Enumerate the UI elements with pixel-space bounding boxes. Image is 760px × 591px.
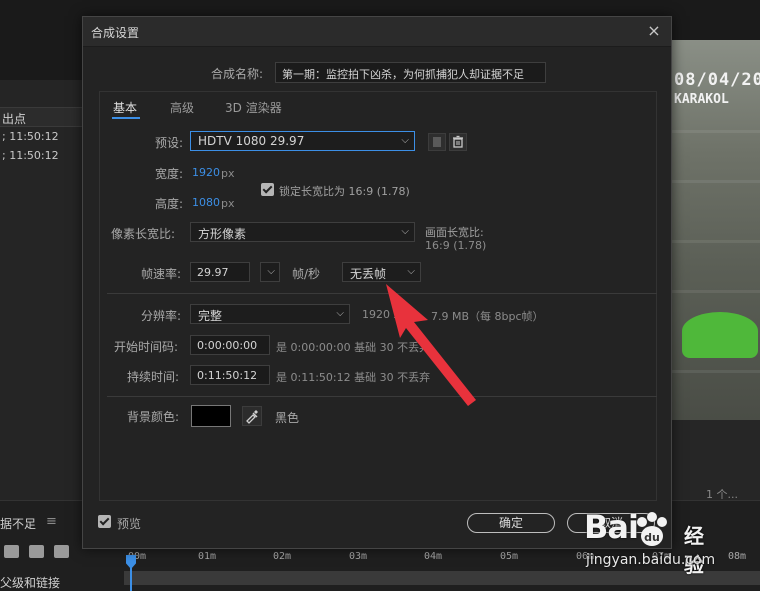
composition-preview: 08/04/20 KARAKOL [670,40,760,420]
composition-settings-dialog: 合成设置 × 合成名称: 第一期：监控拍下凶杀，为何抓捕犯人却证据不足 基本 高… [82,16,672,549]
background-color-name: 黑色 [275,411,300,425]
parent-link-column: 父级和链接 [0,576,61,590]
frame-rate-dropdown[interactable]: ⌵ [260,262,280,282]
preview-place-overlay: KARAKOL [674,92,729,107]
resolution-label: 分辨率: [141,309,182,323]
comp-name-label: 合成名称: [211,67,264,81]
tab-3d-renderer[interactable]: 3D 渲染器 [225,99,282,116]
frame-aspect-label: 画面长宽比: [425,226,484,239]
preview-label: 预览 [117,517,142,531]
ruler-tick: 04m [424,551,443,562]
motion-blur-icon[interactable] [54,545,69,558]
preview-checkbox[interactable] [98,515,111,528]
close-icon[interactable]: × [645,21,663,41]
app-window: 出点 ; 11:50:12 ; 11:50:12 08/04/20 KARAKO… [0,0,760,591]
preview-date-overlay: 08/04/20 [674,70,760,90]
active-tab-indicator [112,117,140,119]
dialog-title: 合成设置 [91,26,140,40]
frame-blending-icon[interactable] [29,545,44,558]
frame-rate-input[interactable]: 29.97 [190,262,250,282]
project-panel: 出点 ; 11:50:12 ; 11:50:12 [0,80,84,500]
timeline-track[interactable] [124,571,760,585]
chevron-down-icon: ⌵ [401,226,409,237]
list-item[interactable]: ; 11:50:12 [2,130,59,143]
timeline-tab-label[interactable]: 据不足 [0,515,36,532]
paw-icon: du [637,512,667,546]
drop-frame-select[interactable]: 无丢帧 ⌵ [342,262,421,282]
save-preset-icon[interactable] [428,133,446,151]
width-label: 宽度: [155,167,184,181]
ruler-tick: 05m [500,551,519,562]
height-unit: px [221,197,235,210]
preset-label: 预设: [155,136,184,150]
lock-aspect-checkbox[interactable] [261,183,274,196]
lock-aspect-label: 锁定长宽比为 16:9 (1.78) [279,185,410,198]
dialog-titlebar[interactable]: 合成设置 × [83,17,671,47]
ruler-tick: 01m [198,551,217,562]
frame-rate-label: 帧速率: [141,267,182,281]
menu-icon[interactable]: ≡ [46,514,57,529]
ok-button[interactable]: 确定 [467,513,555,533]
background-color-label: 背景颜色: [127,410,180,424]
pixel-aspect-label: 像素长宽比: [111,227,176,241]
background-color-swatch[interactable] [191,405,231,427]
duration-label: 持续时间: [127,370,180,384]
fps-unit: 帧/秒 [292,267,321,281]
preview-lamp-shape [682,312,758,358]
delete-preset-icon[interactable] [449,133,467,151]
resolution-select[interactable]: 完整 ⌵ [190,304,350,324]
svg-text:du: du [644,531,660,544]
watermark-url: jingyan.baidu.com [586,552,716,568]
tab-basic[interactable]: 基本 [113,99,137,116]
chevron-down-icon: ⌵ [401,135,409,146]
height-value[interactable]: 1080 [192,196,220,209]
chevron-down-icon: ⌵ [336,308,344,319]
start-timecode-input[interactable]: 0:00:00:00 [190,335,270,355]
height-label: 高度: [155,197,184,211]
comp-name-input[interactable]: 第一期：监控拍下凶杀，为何抓捕犯人却证据不足 [275,62,546,83]
chevron-down-icon: ⌵ [407,266,415,277]
column-header[interactable]: 出点 [0,107,84,127]
watermark-jingyan-text: 经验 [684,524,704,577]
duration-input[interactable]: 0:11:50:12 [190,365,270,385]
chevron-down-icon: ⌵ [267,266,275,277]
playhead-line [130,567,132,591]
timeline-toolbar [4,545,69,558]
frame-aspect-value: 16:9 (1.78) [425,239,487,252]
ruler-tick: 02m [273,551,292,562]
start-timecode-label: 开始时间码: [114,340,179,354]
watermark-logo-text: Bai [584,508,639,546]
list-item[interactable]: ; 11:50:12 [2,149,59,162]
preset-select[interactable]: HDTV 1080 29.97 ⌵ [190,131,415,151]
ruler-tick: 03m [349,551,368,562]
shy-layers-icon[interactable] [4,545,19,558]
width-value[interactable]: 1920 [192,166,220,179]
ruler-tick: 08m [728,551,747,562]
viewer-footer: 1 个... [670,420,760,501]
settings-panel [99,91,657,501]
pixel-aspect-select[interactable]: 方形像素 ⌵ [190,222,415,242]
width-unit: px [221,167,235,180]
red-arrow-icon [386,284,476,406]
eyedropper-icon[interactable] [242,406,262,426]
tab-advanced[interactable]: 高级 [170,99,194,116]
